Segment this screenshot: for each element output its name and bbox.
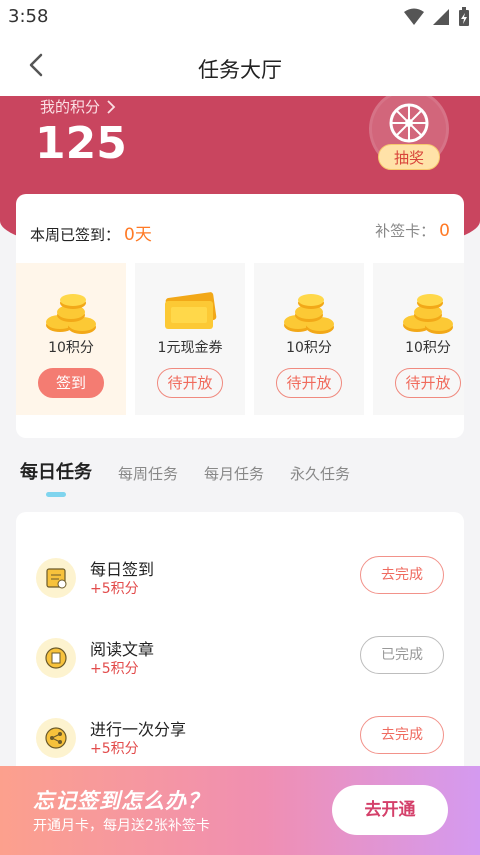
calendar-icon	[36, 558, 76, 598]
pending-button[interactable]: 待开放	[157, 368, 223, 398]
checkin-card: 本周已签到： 0天 补签卡： 0 10积分 签到 1元现金券 待开放 10积分 …	[16, 194, 464, 438]
task-row: 每日签到 +5积分 去完成	[16, 548, 464, 620]
promo-title: 忘记签到怎么办？	[33, 789, 209, 813]
my-points-label: 我的积分	[40, 98, 101, 116]
task-go-button[interactable]: 去完成	[360, 716, 444, 754]
checkin-day-reward: 1元现金券	[157, 340, 223, 356]
makeup-card-count: 0	[439, 221, 450, 241]
checkin-day-1: 10积分 签到	[16, 263, 126, 415]
task-title: 进行一次分享	[90, 720, 187, 739]
pending-button[interactable]: 待开放	[276, 368, 342, 398]
tab-permanent[interactable]: 永久任务	[290, 463, 350, 484]
page-title: 任务大厅	[198, 58, 282, 82]
task-points: +5积分	[90, 741, 139, 757]
checkin-day-3: 10积分 待开放	[254, 263, 364, 415]
points-value: 125	[35, 118, 127, 169]
battery-icon	[459, 7, 469, 26]
tab-indicator	[46, 492, 66, 497]
task-title: 每日签到	[90, 560, 155, 579]
status-time: 3:58	[8, 6, 49, 27]
promo-subtitle: 开通月卡，每月送2张补签卡	[33, 818, 210, 834]
article-icon	[36, 638, 76, 678]
status-icons	[404, 7, 470, 27]
checkin-day-4: 10积分 待开放	[373, 263, 464, 415]
checkin-day-reward: 10积分	[405, 340, 451, 356]
week-checkin-days: 0天	[124, 225, 152, 245]
task-points: +5积分	[90, 661, 139, 677]
task-tabs: 每日任务 每周任务 每月任务 永久任务	[20, 458, 376, 484]
coins-icon	[403, 294, 453, 334]
checkin-day-2: 1元现金券 待开放	[135, 263, 245, 415]
chevron-right-icon	[107, 99, 116, 114]
share-icon	[36, 718, 76, 758]
checkin-day-reward: 10积分	[286, 340, 332, 356]
checkin-button[interactable]: 签到	[38, 368, 104, 398]
signal-icon	[433, 9, 449, 25]
task-title: 阅读文章	[90, 640, 155, 659]
lottery-button[interactable]: 抽奖	[378, 144, 440, 170]
week-checkin-summary: 本周已签到： 0天	[30, 220, 152, 245]
my-points-link[interactable]: 我的积分	[40, 96, 116, 117]
makeup-card-summary: 补签卡： 0	[375, 220, 450, 241]
task-done-button[interactable]: 已完成	[360, 636, 444, 674]
status-bar: 3:58	[0, 0, 480, 34]
nav-bar: 任务大厅	[0, 34, 480, 96]
tab-weekly[interactable]: 每周任务	[118, 463, 178, 484]
coins-icon	[46, 294, 96, 334]
week-checkin-label: 本周已签到：	[30, 226, 121, 244]
pending-button[interactable]: 待开放	[395, 368, 461, 398]
tab-daily[interactable]: 每日任务	[20, 458, 92, 484]
checkin-day-row: 10积分 签到 1元现金券 待开放 10积分 待开放 10积分 待开放	[16, 263, 464, 415]
task-list: 每日签到 +5积分 去完成 阅读文章 +5积分 已完成 进行一次分享 +5积分 …	[16, 512, 464, 792]
checkin-day-reward: 10积分	[48, 340, 94, 356]
wifi-icon	[404, 8, 424, 25]
tab-monthly[interactable]: 每月任务	[204, 463, 264, 484]
cash-voucher-icon	[165, 292, 217, 329]
task-points: +5积分	[90, 581, 139, 597]
task-row: 阅读文章 +5积分 已完成	[16, 628, 464, 700]
task-go-button[interactable]: 去完成	[360, 556, 444, 594]
makeup-card-label: 补签卡：	[375, 222, 436, 240]
coins-icon	[284, 294, 334, 334]
activate-button[interactable]: 去开通	[332, 785, 448, 835]
